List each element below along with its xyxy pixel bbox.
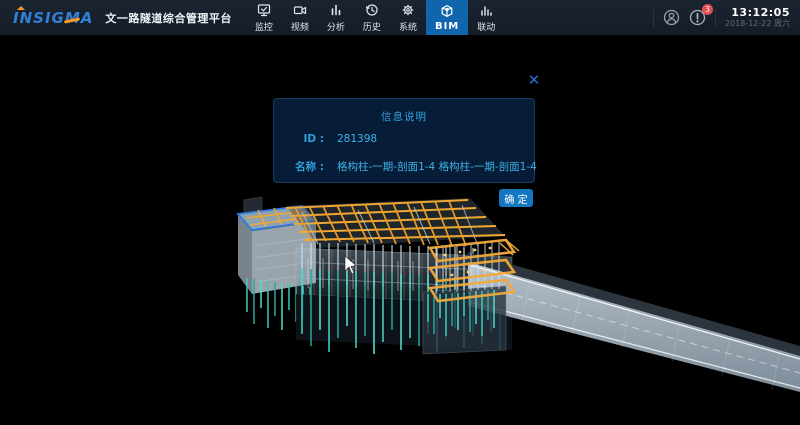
dialog-field-id: ID : 281398	[274, 133, 526, 145]
dialog-field-name: 名称 : 格构柱-一期-剖面1-4 格构柱-一期-剖面1-4	[274, 159, 526, 174]
field-value: 格构柱-一期-剖面1-4 格构柱-一期-剖面1-4	[337, 159, 537, 174]
model-road-deck	[468, 252, 800, 392]
field-label: ID :	[274, 133, 324, 145]
bim-viewport[interactable]	[0, 36, 800, 425]
dialog-title: 信息说明	[274, 109, 534, 124]
field-label: 名称 :	[274, 159, 324, 174]
bim-model-canvas	[0, 0, 800, 425]
field-value: 281398	[337, 133, 377, 145]
info-dialog: 信息说明 ID : 281398 名称 : 格构柱-一期-剖面1-4 格构柱-一…	[273, 98, 535, 183]
application-window: INSIGMA 文一路隧道综合管理平台 监控	[0, 0, 800, 425]
confirm-button[interactable]: 确 定	[499, 189, 533, 207]
dialog-close-icon[interactable]: ✕	[525, 71, 543, 89]
